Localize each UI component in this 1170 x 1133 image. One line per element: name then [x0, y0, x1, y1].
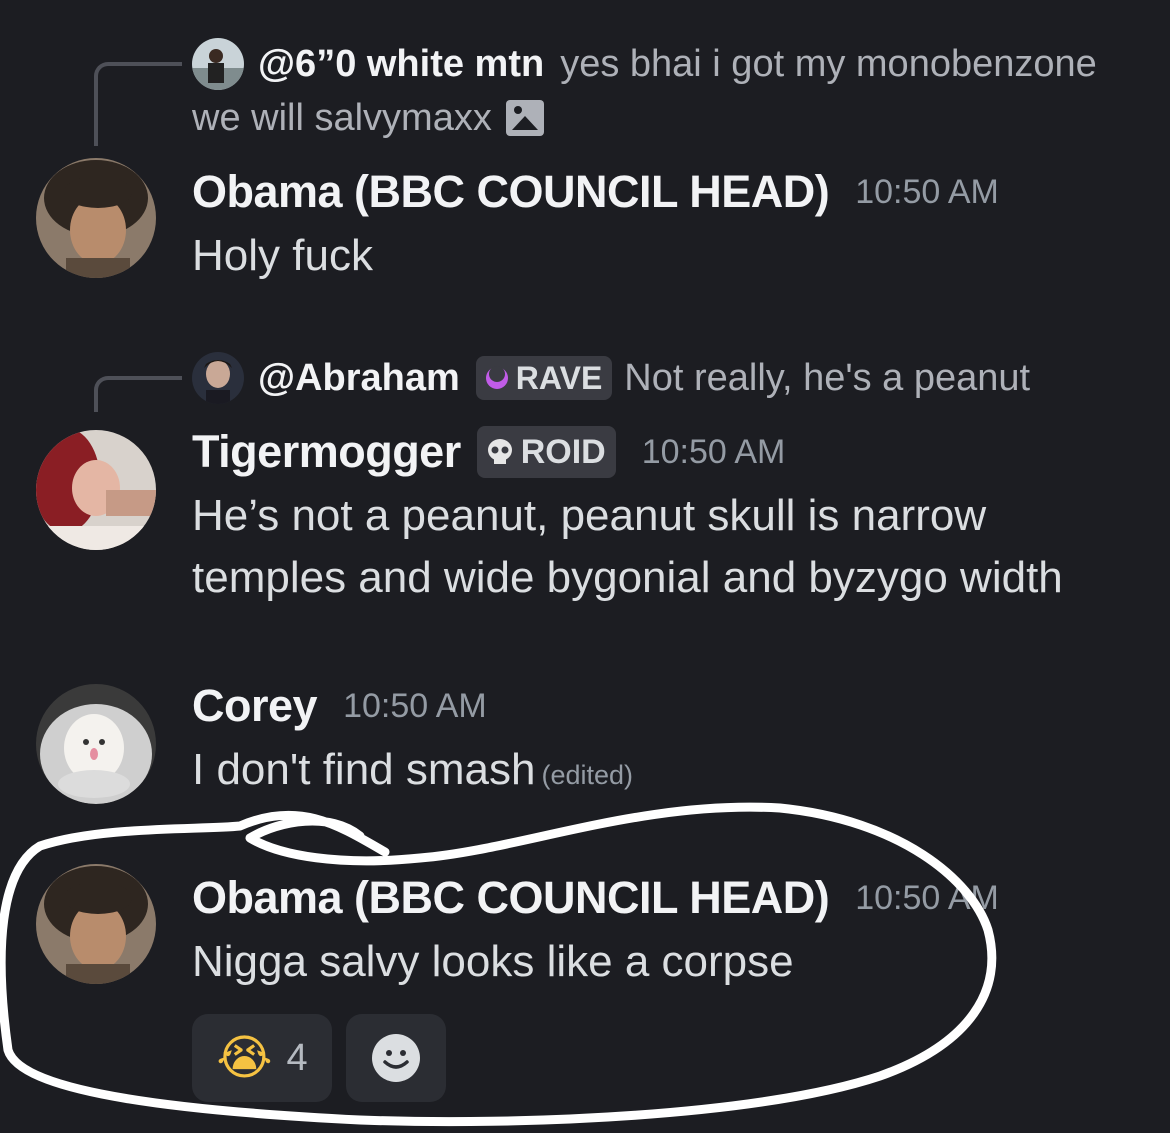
message-text: I don't find smash (edited): [192, 738, 633, 807]
reply-avatar[interactable]: [192, 352, 244, 404]
avatar[interactable]: [36, 430, 156, 550]
message-header: Obama (BBC COUNCIL HEAD) 10:50 AM: [192, 866, 999, 930]
reply-preview-line2[interactable]: we will salvymaxx: [192, 94, 544, 142]
avatar[interactable]: [36, 864, 156, 984]
avatar[interactable]: [36, 158, 156, 278]
loudly-crying-emoji-icon: 😭: [216, 1030, 273, 1086]
reply-connector: [94, 376, 182, 412]
reply-text-continued[interactable]: we will salvymaxx: [192, 94, 492, 142]
role-tag-label: RAVE: [515, 360, 603, 396]
reaction-count: 4: [286, 1036, 308, 1079]
reply-author[interactable]: @Abraham: [258, 354, 460, 402]
role-tag[interactable]: RAVE: [475, 356, 613, 400]
reply-avatar[interactable]: [192, 38, 244, 90]
reply-connector: [94, 62, 182, 146]
timestamp: 10:50 AM: [343, 686, 487, 725]
reply-text[interactable]: yes bhai i got my monobenzone: [560, 40, 1097, 88]
username[interactable]: Corey: [192, 680, 318, 732]
chat-view: @6”0 white mtn yes bhai i got my monoben…: [0, 0, 1170, 1133]
add-reaction-button[interactable]: [346, 1014, 446, 1102]
username[interactable]: Obama (BBC COUNCIL HEAD): [192, 872, 830, 924]
edited-label: (edited): [541, 760, 634, 790]
message-header: Obama (BBC COUNCIL HEAD) 10:50 AM: [192, 160, 999, 224]
message-text-continued: temples and wide bygonial and byzygo wid…: [192, 553, 1063, 602]
reply-text[interactable]: Not really, he's a peanut: [624, 354, 1030, 402]
reply-preview[interactable]: @6”0 white mtn yes bhai i got my monoben…: [192, 38, 1097, 90]
crescent-moon-icon: [485, 366, 508, 389]
add-reaction-icon: [372, 1034, 420, 1082]
reply-preview[interactable]: @Abraham RAVE Not really, he's a peanut: [192, 352, 1030, 404]
message-text: Nigga salvy looks like a corpse: [192, 937, 794, 986]
avatar[interactable]: [36, 684, 156, 804]
role-tag[interactable]: ROID: [476, 426, 616, 478]
reply-author[interactable]: @6”0 white mtn: [258, 40, 544, 88]
message-body: I don't find smash: [192, 745, 536, 794]
message-text: He’s not a peanut, peanut skull is narro…: [192, 491, 987, 540]
skull-icon: [487, 439, 512, 464]
username[interactable]: Tigermogger: [192, 426, 461, 478]
timestamp: 10:50 AM: [855, 172, 999, 211]
message-header: Corey 10:50 AM: [192, 674, 487, 738]
message-header: Tigermogger ROID 10:50 AM: [192, 420, 785, 484]
timestamp: 10:50 AM: [855, 878, 999, 917]
timestamp: 10:50 AM: [641, 432, 786, 471]
role-tag-label: ROID: [520, 432, 606, 471]
reaction-crying[interactable]: 😭 4: [192, 1014, 332, 1102]
image-icon: [505, 100, 544, 136]
username[interactable]: Obama (BBC COUNCIL HEAD): [192, 166, 830, 218]
message-text: Holy fuck: [192, 231, 373, 280]
